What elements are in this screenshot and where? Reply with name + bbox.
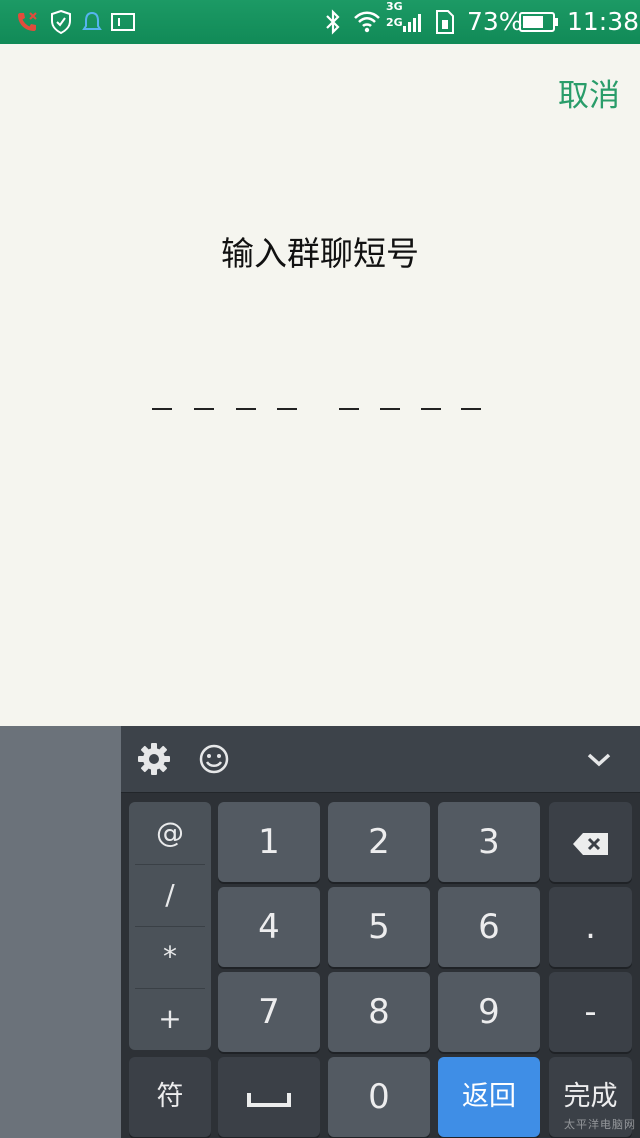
key-8[interactable]: 8 [328,972,430,1052]
symbols-key[interactable]: 符 [129,1057,211,1137]
bluetooth-icon [322,8,344,36]
missed-call-icon [14,8,40,36]
numeric-keyboard: @ / * + 1 2 3 4 5 6 . 7 8 9 - 符 0 返回 完成 … [121,726,640,1138]
code-slot [339,408,359,410]
key-plus[interactable]: + [129,988,211,1050]
code-slot [461,408,481,410]
gear-icon[interactable] [135,740,173,778]
shield-icon [48,8,74,36]
cancel-button[interactable]: 取消 [558,74,620,118]
code-slot [380,408,400,410]
clock: 11:38 [567,7,640,36]
key-asterisk[interactable]: * [129,926,211,988]
code-slot [152,408,172,410]
symbol-column: @ / * + [129,802,211,1050]
wifi-icon [352,8,382,36]
key-3[interactable]: 3 [438,802,540,882]
page-title: 输入群聊短号 [221,234,419,273]
key-slash[interactable]: / [129,864,211,926]
code-slot [236,408,256,410]
code-input[interactable] [140,380,500,430]
network-type-2g: 2G [386,16,403,29]
key-4[interactable]: 4 [218,887,320,967]
battery-icon [518,8,560,36]
space-icon [247,1089,291,1109]
space-key[interactable] [218,1057,320,1137]
key-9[interactable]: 9 [438,972,540,1052]
keyboard-side-panel [0,726,121,1138]
backspace-key[interactable] [549,802,632,882]
key-1[interactable]: 1 [218,802,320,882]
key-0[interactable]: 0 [328,1057,430,1137]
key-at[interactable]: @ [129,802,211,864]
keyboard-toolbar [121,726,640,793]
signal-icon [402,8,424,36]
watermark: 太平洋电脑网 [564,1118,636,1131]
backspace-icon [571,831,611,857]
emoji-icon[interactable] [195,740,233,778]
sim-icon [434,8,456,36]
input-method-icon [110,8,136,36]
code-slot [277,408,297,410]
key-6[interactable]: 6 [438,887,540,967]
key-2[interactable]: 2 [328,802,430,882]
bell-icon [80,8,104,36]
return-key[interactable]: 返回 [438,1057,540,1137]
code-slot [194,408,214,410]
key-dot[interactable]: . [549,887,632,967]
chevron-down-icon[interactable] [580,740,618,778]
code-slot [421,408,441,410]
status-bar: 3G 2G 73% 11:38 [0,0,640,44]
key-5[interactable]: 5 [328,887,430,967]
battery-percent: 73% [467,7,523,36]
key-minus[interactable]: - [549,972,632,1052]
key-7[interactable]: 7 [218,972,320,1052]
